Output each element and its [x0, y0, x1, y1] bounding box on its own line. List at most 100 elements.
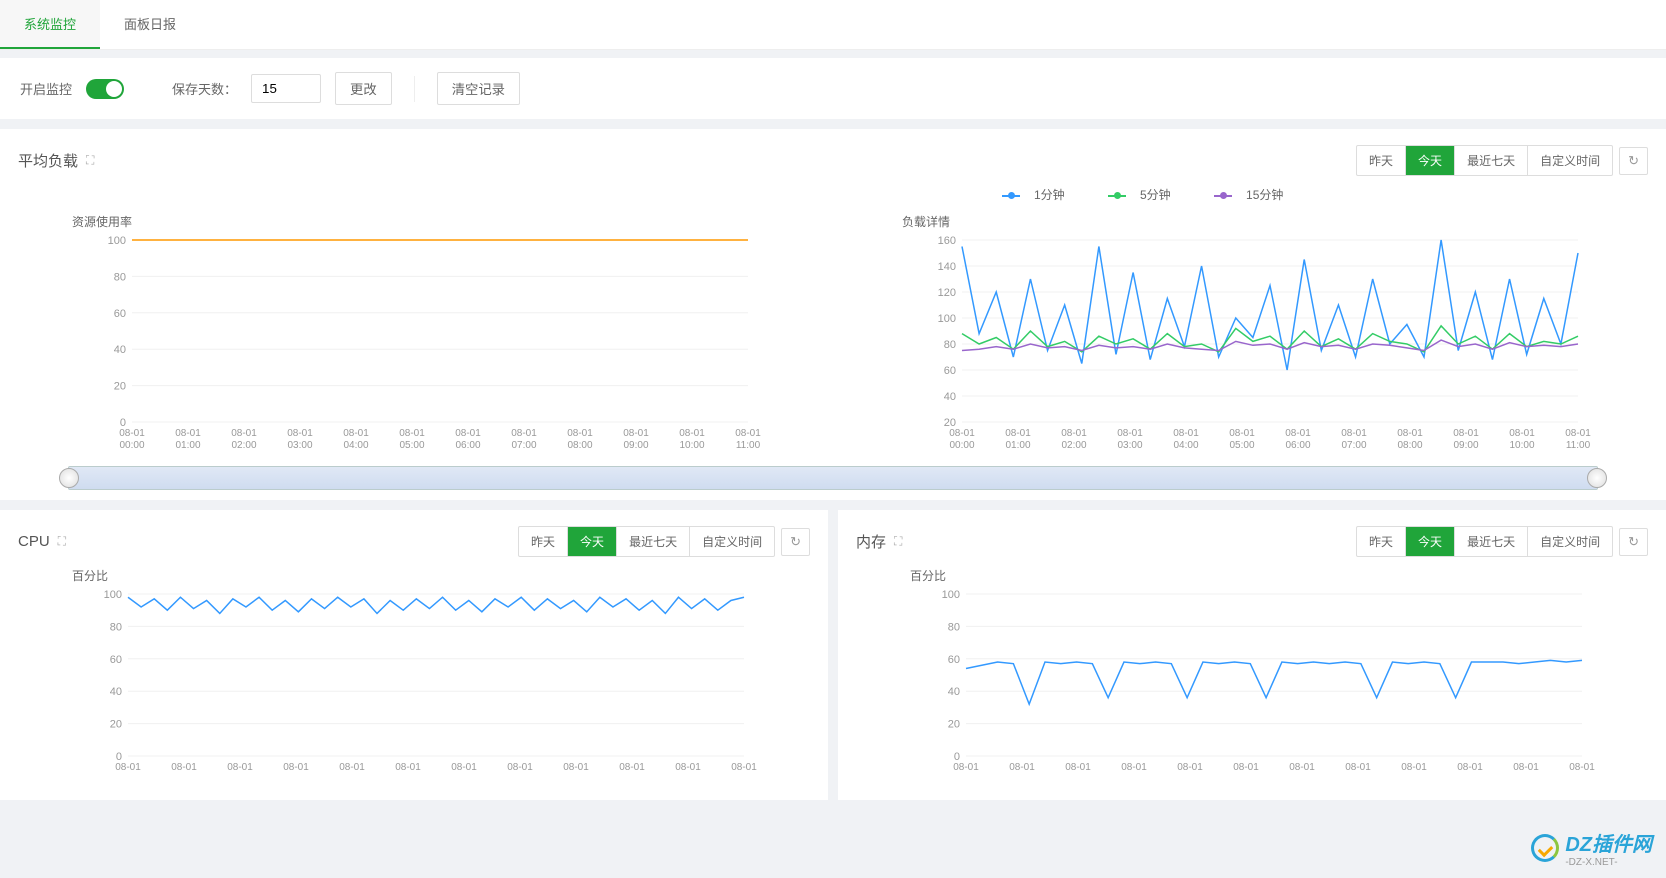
svg-text:09:00: 09:00	[623, 440, 648, 451]
svg-text:60: 60	[110, 654, 122, 666]
svg-text:08-01: 08-01	[1341, 428, 1367, 439]
svg-text:08-01: 08-01	[231, 428, 257, 439]
svg-text:80: 80	[944, 339, 956, 351]
range-week[interactable]: 最近七天	[1454, 527, 1527, 556]
svg-text:08-01: 08-01	[619, 762, 645, 773]
svg-text:100: 100	[108, 236, 126, 247]
panel-cpu: CPU ⛶ 昨天 今天 最近七天 自定义时间 ↻ 百分比 02040608010…	[0, 510, 828, 800]
range-yesterday[interactable]: 昨天	[519, 527, 567, 556]
refresh-icon[interactable]: ↻	[781, 528, 810, 556]
watermark-icon	[1531, 834, 1559, 862]
svg-text:09:00: 09:00	[1453, 440, 1478, 451]
svg-text:08-01: 08-01	[567, 428, 593, 439]
range-custom[interactable]: 自定义时间	[1527, 146, 1612, 175]
range-today[interactable]: 今天	[567, 527, 616, 556]
slider-handle-right[interactable]	[1587, 468, 1607, 488]
svg-text:08-01: 08-01	[395, 762, 421, 773]
svg-text:08-01: 08-01	[287, 428, 313, 439]
svg-text:60: 60	[944, 365, 956, 377]
cpu-range-buttons: 昨天 今天 最近七天 自定义时间	[518, 526, 775, 557]
svg-text:08-01: 08-01	[343, 428, 369, 439]
svg-text:02:00: 02:00	[1061, 440, 1086, 451]
range-today[interactable]: 今天	[1405, 527, 1454, 556]
svg-text:08-01: 08-01	[1229, 428, 1255, 439]
cpu-percent-label: 百分比	[72, 567, 810, 584]
svg-text:08-01: 08-01	[171, 762, 197, 773]
svg-text:08-01: 08-01	[1397, 428, 1423, 439]
svg-text:100: 100	[104, 590, 122, 601]
range-week[interactable]: 最近七天	[616, 527, 689, 556]
divider	[414, 76, 415, 102]
svg-text:60: 60	[948, 654, 960, 666]
svg-text:08-01: 08-01	[1453, 428, 1479, 439]
svg-text:08-01: 08-01	[175, 428, 201, 439]
chart-resource-usage: 02040608010008-0100:0008-0101:0008-0102:…	[18, 236, 818, 456]
tab-system-monitor[interactable]: 系统监控	[0, 0, 100, 49]
svg-text:00:00: 00:00	[949, 440, 974, 451]
svg-text:11:00: 11:00	[736, 440, 761, 451]
enable-monitor-label: 开启监控	[20, 79, 72, 98]
svg-text:08-01: 08-01	[1509, 428, 1535, 439]
nav-tabs: 系统监控 面板日报	[0, 0, 1666, 50]
svg-text:08-01: 08-01	[115, 762, 141, 773]
svg-text:08-01: 08-01	[1569, 762, 1595, 773]
range-yesterday[interactable]: 昨天	[1357, 146, 1405, 175]
load-legend: x 1分钟 5分钟 15分钟	[18, 186, 1648, 203]
svg-text:160: 160	[938, 236, 956, 247]
expand-icon[interactable]: ⛶	[58, 534, 66, 549]
svg-text:08:00: 08:00	[567, 440, 592, 451]
panel-memory: 内存 ⛶ 昨天 今天 最近七天 自定义时间 ↻ 百分比 020406080100…	[838, 510, 1666, 800]
retention-days-input[interactable]	[251, 74, 321, 103]
svg-text:08-01: 08-01	[511, 428, 537, 439]
resource-usage-title: 资源使用率	[72, 213, 818, 230]
svg-text:40: 40	[110, 686, 122, 698]
range-week[interactable]: 最近七天	[1454, 146, 1527, 175]
svg-text:08-01: 08-01	[1401, 762, 1427, 773]
expand-icon[interactable]: ⛶	[894, 534, 902, 549]
time-slider[interactable]	[68, 466, 1598, 490]
svg-text:00:00: 00:00	[119, 440, 144, 451]
range-custom[interactable]: 自定义时间	[689, 527, 774, 556]
svg-text:08-01: 08-01	[399, 428, 425, 439]
svg-text:08-01: 08-01	[1285, 428, 1311, 439]
svg-text:80: 80	[948, 621, 960, 633]
svg-text:10:00: 10:00	[1509, 440, 1534, 451]
range-today[interactable]: 今天	[1405, 146, 1454, 175]
clear-records-button[interactable]: 清空记录	[437, 72, 520, 105]
svg-text:08-01: 08-01	[1289, 762, 1315, 773]
svg-text:06:00: 06:00	[455, 440, 480, 451]
enable-monitor-switch[interactable]	[86, 79, 124, 99]
refresh-icon[interactable]: ↻	[1619, 147, 1648, 175]
svg-text:08-01: 08-01	[1009, 762, 1035, 773]
range-custom[interactable]: 自定义时间	[1527, 527, 1612, 556]
load-detail-title: 负载详情	[902, 213, 1648, 230]
svg-text:20: 20	[948, 719, 960, 731]
svg-text:08-01: 08-01	[1005, 428, 1031, 439]
svg-text:40: 40	[944, 391, 956, 403]
panel-memory-title: 内存 ⛶	[856, 531, 902, 552]
refresh-icon[interactable]: ↻	[1619, 528, 1648, 556]
svg-text:01:00: 01:00	[175, 440, 200, 451]
svg-text:08-01: 08-01	[1345, 762, 1371, 773]
svg-text:08-01: 08-01	[1233, 762, 1259, 773]
svg-text:08-01: 08-01	[1117, 428, 1143, 439]
expand-icon[interactable]: ⛶	[86, 153, 94, 168]
svg-text:100: 100	[942, 590, 960, 601]
svg-text:05:00: 05:00	[399, 440, 424, 451]
svg-text:03:00: 03:00	[287, 440, 312, 451]
svg-text:08-01: 08-01	[227, 762, 253, 773]
svg-text:08-01: 08-01	[731, 762, 757, 773]
mem-range-buttons: 昨天 今天 最近七天 自定义时间	[1356, 526, 1613, 557]
svg-text:08-01: 08-01	[1065, 762, 1091, 773]
svg-text:08-01: 08-01	[1177, 762, 1203, 773]
svg-text:08-01: 08-01	[953, 762, 979, 773]
change-button[interactable]: 更改	[335, 72, 392, 105]
svg-text:40: 40	[114, 344, 126, 356]
slider-handle-left[interactable]	[59, 468, 79, 488]
svg-text:08-01: 08-01	[675, 762, 701, 773]
svg-text:08-01: 08-01	[1513, 762, 1539, 773]
panel-cpu-title: CPU ⛶	[18, 533, 66, 550]
svg-text:08-01: 08-01	[1565, 428, 1591, 439]
tab-panel-report[interactable]: 面板日报	[100, 0, 200, 49]
range-yesterday[interactable]: 昨天	[1357, 527, 1405, 556]
